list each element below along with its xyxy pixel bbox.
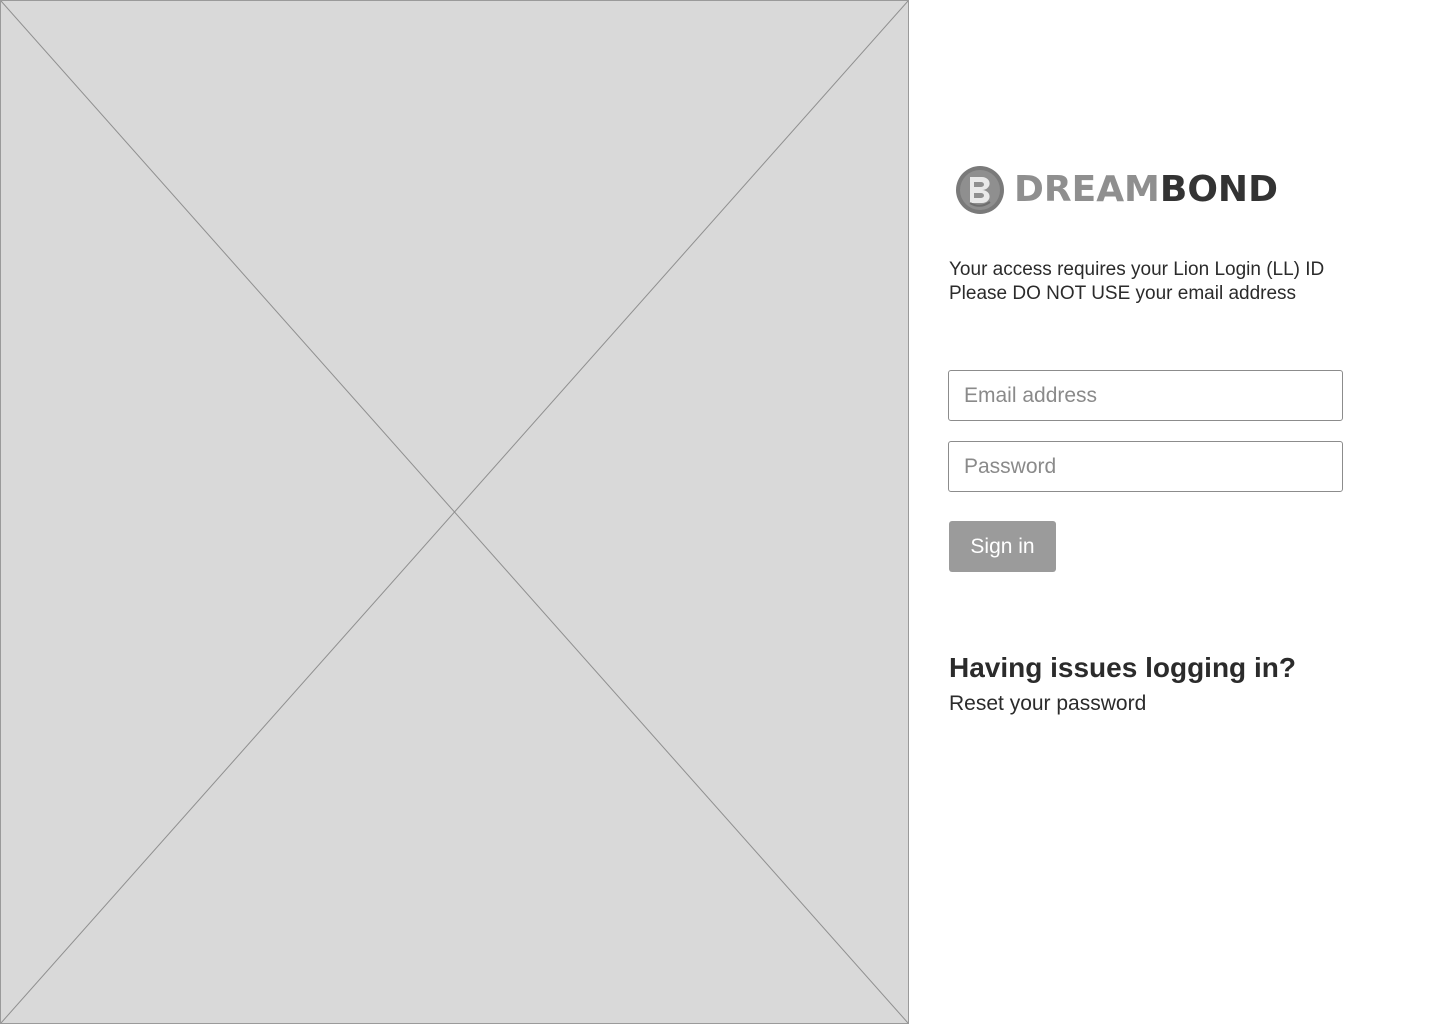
hero-image-placeholder (0, 0, 909, 1024)
brand-name-light: DREAM (1014, 169, 1160, 210)
sign-in-button[interactable]: Sign in (949, 521, 1056, 572)
password-input[interactable] (948, 441, 1343, 492)
help-heading: Having issues logging in? (949, 652, 1296, 683)
notice-line-1: Your access requires your Lion Login (LL… (949, 259, 1325, 280)
dreambond-logo-icon (956, 166, 1004, 214)
login-panel: DREAMBOND Your access requires your Lion… (909, 0, 1440, 1024)
brand-logo: DREAMBOND (955, 164, 1278, 216)
reset-password-link[interactable]: Reset your password (949, 690, 1146, 718)
notice-line-2: Please DO NOT USE your email address (949, 283, 1297, 304)
brand-name-dark: BOND (1159, 169, 1278, 210)
login-notice: Your access requires your Lion Login (LL… (949, 258, 1369, 306)
placeholder-cross-icon (1, 1, 908, 1023)
brand-wordmark: DREAMBOND (1014, 164, 1278, 216)
email-input[interactable] (948, 370, 1343, 421)
login-page: DREAMBOND Your access requires your Lion… (0, 0, 1440, 1024)
